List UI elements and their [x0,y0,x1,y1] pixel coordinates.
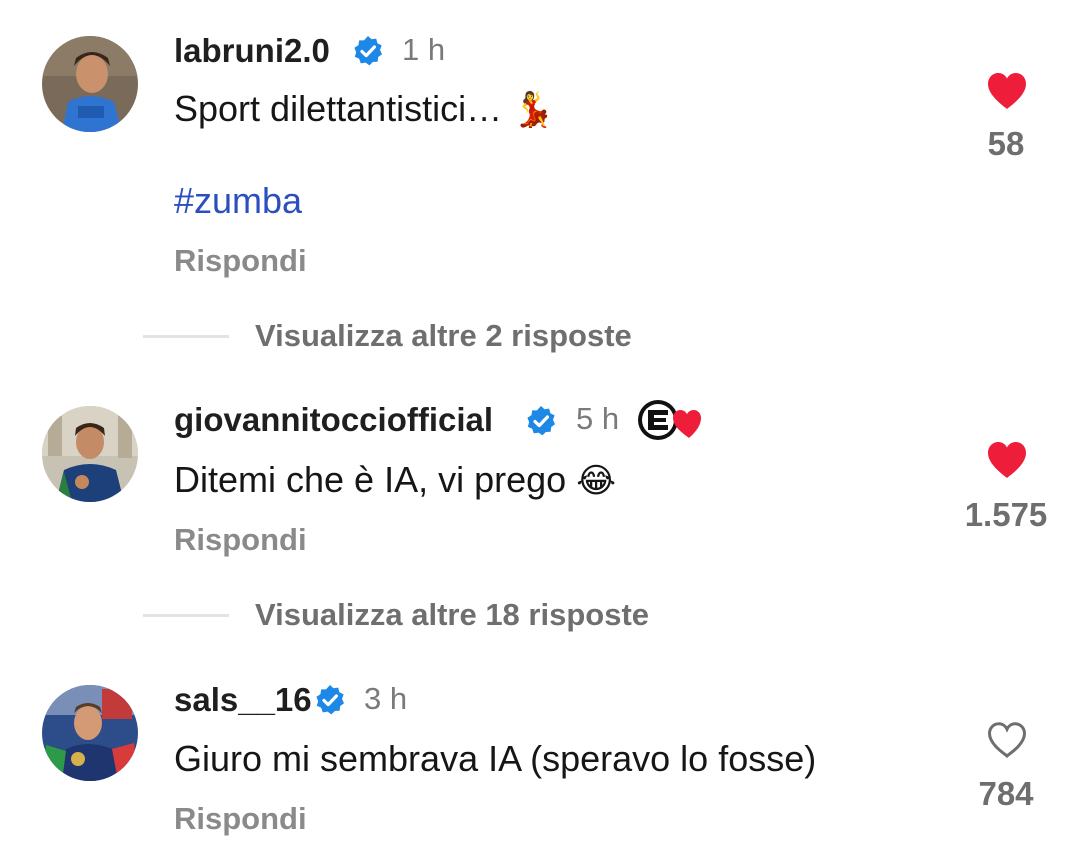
comment-username[interactable]: labruni2.0 [174,32,330,70]
heart-outline-icon[interactable] [985,720,1029,760]
comment-time: 1 h [402,32,446,67]
verified-badge-icon [316,685,344,715]
like-count: 1.575 [964,496,1048,533]
laughing-emoji: 😂 [576,462,616,500]
like-count: 58 [987,125,1025,162]
avatar-image [42,36,138,132]
heart-filled-icon[interactable] [985,71,1029,111]
avatar-image [42,685,138,781]
avatar-image [42,406,138,502]
divider-line [143,334,229,338]
verified-badge-icon [354,36,382,66]
comment-text-body: Sport dilettantistici… [174,88,503,129]
creator-liked-badge-icon [638,400,701,440]
comment-time: 5 h [576,401,620,436]
reply-button[interactable]: Rispondi [174,522,307,558]
reply-button[interactable]: Rispondi [174,243,307,279]
avatar-giovannitocci[interactable] [42,406,138,502]
like-count: 784 [978,775,1034,812]
comment-text: Sport dilettantistici… 💃 [174,88,555,130]
view-more-replies-label[interactable]: Visualizza altre 2 risposte [255,318,632,354]
comment-text: Ditemi che è IA, vi prego 😂 [174,459,616,501]
comment-time: 3 h [364,681,408,716]
view-more-replies[interactable]: Visualizza altre 2 risposte [143,316,632,356]
view-more-replies-label[interactable]: Visualizza altre 18 risposte [255,597,649,633]
comment-text-body: Ditemi che è IA, vi prego [174,459,567,500]
heart-filled-icon[interactable] [985,440,1029,480]
comment-text: Giuro mi sembrava IA (speravo lo fosse) [174,738,817,779]
view-more-replies[interactable]: Visualizza altre 18 risposte [143,595,649,635]
comment-username[interactable]: sals__16 [174,681,312,719]
reply-button[interactable]: Rispondi [174,801,307,837]
divider-line [143,613,229,617]
avatar-labruni[interactable] [42,36,138,132]
dancer-emoji: 💃 [512,91,555,129]
verified-badge-icon [527,406,555,436]
hashtag-link[interactable]: #zumba [174,180,302,222]
avatar-sals16[interactable] [42,685,138,781]
comment-username[interactable]: giovannitocciofficial [174,401,493,439]
